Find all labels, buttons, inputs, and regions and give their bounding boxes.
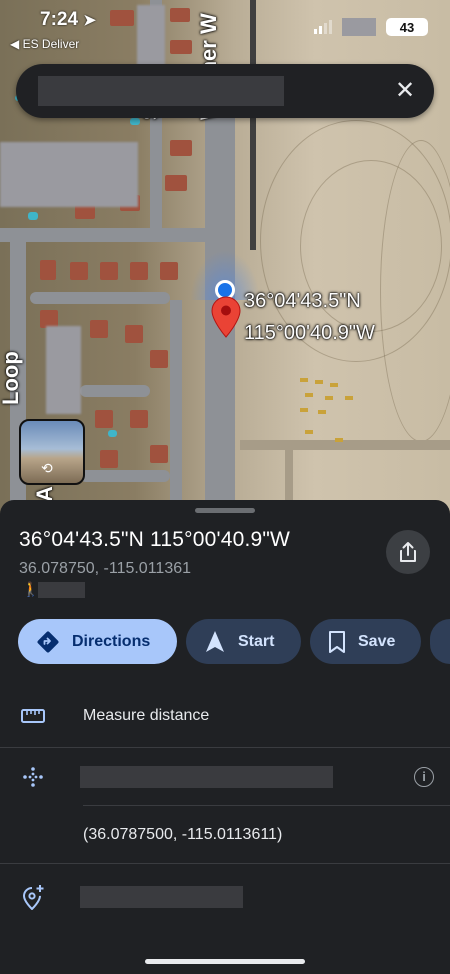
more-actions-chip[interactable] (430, 619, 450, 664)
house-roof (100, 262, 118, 280)
close-icon[interactable]: ✕ (390, 76, 420, 106)
house-roof (160, 262, 178, 280)
house-roof (125, 325, 143, 343)
bookmark-icon (329, 630, 345, 653)
house-roof (110, 10, 134, 26)
redacted-search-text (38, 76, 284, 106)
map-track (380, 140, 450, 442)
street-label: Loop (0, 351, 23, 405)
home-indicator (145, 959, 305, 964)
redacted-area (137, 5, 165, 67)
drag-handle[interactable] (195, 508, 255, 513)
battery-level: 43 (399, 19, 415, 35)
directions-label: Directions (72, 632, 151, 650)
directions-icon (37, 631, 59, 652)
equipment (315, 380, 323, 384)
equipment (305, 393, 313, 397)
map-wall (250, 0, 256, 250)
status-indicators: 43 (314, 18, 428, 36)
equipment (300, 408, 308, 412)
house-roof (70, 262, 88, 280)
redacted-plus-code (80, 766, 333, 788)
divider (0, 747, 450, 748)
house-roof (95, 410, 113, 428)
place-title: 36°04'43.5"N 115°00'40.9"W (19, 528, 291, 551)
map-dirt-road (240, 440, 450, 450)
share-button[interactable] (386, 530, 430, 574)
house-roof (165, 175, 187, 191)
location-arrow-icon: ➤ (83, 12, 96, 29)
redacted-area (46, 326, 81, 414)
walking-icon: 🚶 (22, 581, 40, 597)
redacted-area (342, 18, 376, 36)
search-bar[interactable]: ✕ (16, 64, 434, 118)
house-roof (75, 205, 95, 219)
equipment (330, 383, 338, 387)
directions-button[interactable]: Directions (18, 619, 177, 664)
house-roof (170, 8, 190, 22)
place-sheet: 36°04'43.5"N 115°00'40.9"W 36.078750, -1… (0, 500, 450, 974)
share-icon (400, 542, 416, 562)
map-road (0, 228, 210, 242)
status-time: 7:24 ➤ (40, 9, 96, 30)
house-roof (40, 260, 56, 280)
add-place-icon (20, 884, 46, 910)
measure-distance-button[interactable]: Measure distance (83, 707, 209, 725)
back-app-label: ES Deliver (22, 37, 80, 51)
ruler-icon (20, 703, 46, 729)
info-icon[interactable]: i (414, 767, 434, 787)
house-roof (130, 410, 148, 428)
map-road (30, 292, 170, 304)
pin-lat-label: 36°04'43.5"N (244, 290, 361, 312)
house-roof (130, 262, 148, 280)
house-roof (150, 445, 168, 463)
equipment (305, 430, 313, 434)
house-roof (170, 140, 192, 156)
street-view-icon: ⟲ (41, 460, 53, 476)
plus-code-coordinates[interactable]: (36.0787500, -115.0113611) (83, 826, 282, 844)
equipment (345, 396, 353, 400)
start-label: Start (238, 632, 275, 650)
equipment (300, 378, 308, 382)
pool (108, 430, 117, 437)
start-button[interactable]: Start (186, 619, 301, 664)
navigation-arrow-icon (206, 630, 224, 652)
plus-code-icon (20, 764, 46, 790)
decimal-coordinates: 36.078750, -115.011361 (19, 560, 192, 577)
save-label: Save (358, 632, 396, 650)
equipment (325, 396, 333, 400)
house-roof (100, 450, 118, 468)
battery-icon: 43 (386, 18, 428, 36)
redacted-add-place-text (80, 886, 243, 908)
back-to-app[interactable]: ◀ ES Deliver (10, 37, 79, 51)
map-road (80, 470, 170, 482)
redacted-area (0, 142, 138, 207)
signal-icon (314, 20, 332, 34)
house-roof (170, 40, 192, 54)
divider (83, 805, 450, 806)
divider (0, 863, 450, 864)
map-road (80, 385, 150, 397)
dropped-pin-icon[interactable] (211, 296, 241, 338)
redacted-walk-time (38, 582, 85, 598)
equipment (318, 410, 326, 414)
house-roof (150, 350, 168, 368)
house-roof (90, 320, 108, 338)
pool (28, 212, 38, 220)
street-view-thumbnail[interactable]: ⟲ (19, 419, 85, 485)
save-button[interactable]: Save (310, 619, 421, 664)
pin-lng-label: 115°00'40.9"W (244, 322, 375, 344)
equipment (335, 438, 343, 442)
map-road (170, 300, 182, 510)
satellite-map[interactable]: Sp Wagner W Loop A 7:24 ➤ ◀ ES Deliver 4… (0, 0, 450, 520)
